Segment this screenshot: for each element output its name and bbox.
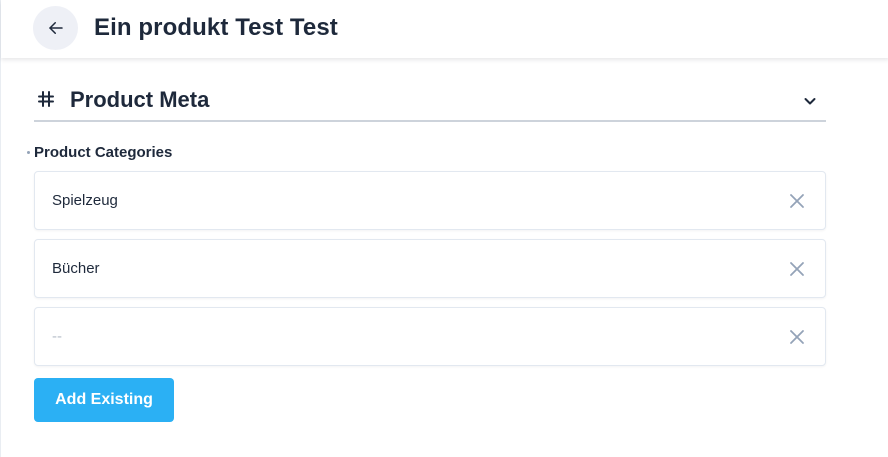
hash-icon — [38, 91, 54, 107]
section-title: Product Meta — [70, 87, 210, 112]
section-header-product-meta[interactable]: Product Meta — [34, 82, 826, 122]
chevron-down-icon[interactable] — [802, 93, 818, 109]
close-icon[interactable] — [789, 261, 805, 277]
category-item[interactable]: Bücher — [34, 239, 826, 298]
page-title: Ein produkt Test Test — [94, 14, 338, 41]
back-button[interactable] — [33, 6, 78, 50]
page-header: Ein produkt Test Test — [1, 0, 888, 58]
category-item-empty[interactable]: -- — [34, 307, 826, 366]
close-icon[interactable] — [789, 329, 805, 345]
field-indicator-dot — [27, 151, 30, 154]
category-value: Bücher — [52, 260, 100, 277]
add-existing-button[interactable]: Add Existing — [34, 378, 174, 422]
page: Ein produkt Test Test Product Meta Produ… — [0, 0, 888, 457]
arrow-left-icon — [48, 22, 63, 34]
field-label: Product Categories — [34, 144, 173, 161]
close-icon[interactable] — [789, 193, 805, 209]
category-placeholder: -- — [52, 328, 62, 345]
category-value: Spielzeug — [52, 192, 118, 209]
category-item[interactable]: Spielzeug — [34, 171, 826, 230]
